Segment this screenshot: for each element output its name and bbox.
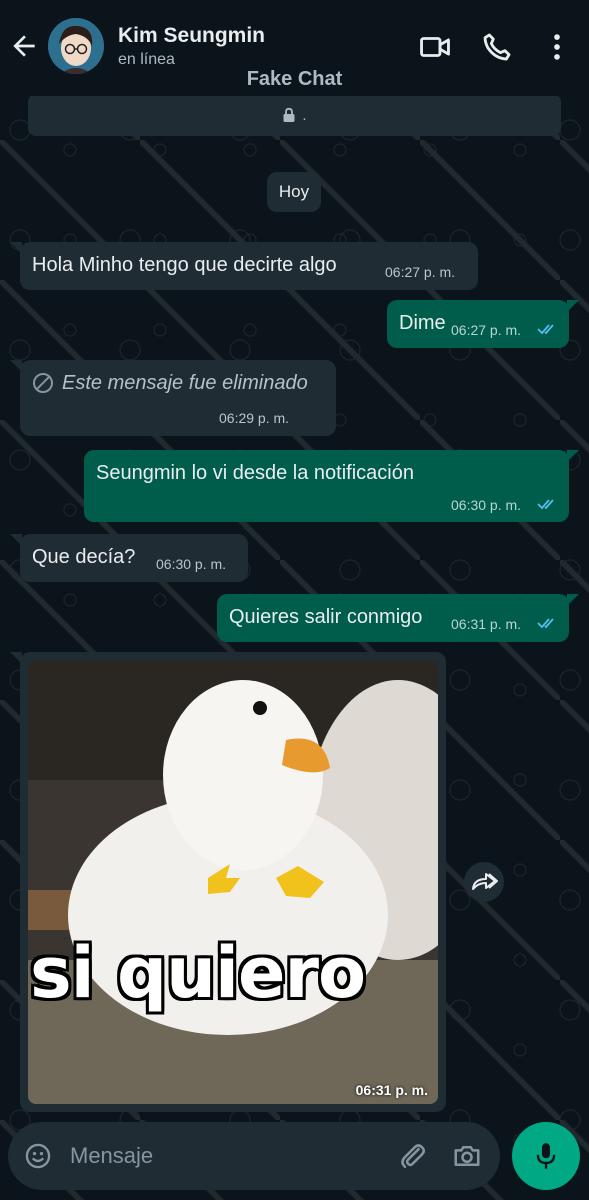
deleted-message-text: Este mensaje fue eliminado	[62, 372, 308, 394]
message-time: 06:30 p. m.	[156, 556, 227, 572]
message-time: 06:29 p. m.	[219, 410, 290, 426]
more-vert-icon[interactable]	[540, 30, 574, 64]
double-check-icon	[537, 324, 554, 335]
message-text: Que decía?	[32, 546, 136, 568]
video-call-icon[interactable]	[418, 30, 452, 64]
mic-button[interactable]	[512, 1122, 580, 1190]
encryption-notice[interactable]: .	[28, 94, 561, 136]
phone-icon[interactable]	[480, 30, 514, 64]
message-time: 06:31 p. m.	[451, 616, 522, 632]
message-composer[interactable]: Mensaje	[8, 1122, 500, 1190]
forward-icon	[472, 873, 498, 890]
message-time: 06:27 p. m.	[451, 322, 522, 338]
back-arrow-icon[interactable]	[8, 30, 40, 62]
message-bubble-outgoing[interactable]: Seungmin lo vi desde la notificación 06:…	[84, 450, 579, 522]
forward-button[interactable]	[464, 862, 504, 902]
lock-icon	[283, 107, 295, 122]
message-bubble-incoming[interactable]: Que decía? 06:30 p. m.	[10, 534, 248, 582]
contact-name[interactable]: Kim Seungmin	[118, 24, 265, 48]
avatar[interactable]	[48, 18, 104, 74]
message-bubble-incoming-deleted[interactable]: Este mensaje fue eliminado 06:29 p. m.	[10, 360, 336, 436]
mic-icon	[536, 1143, 556, 1169]
camera-icon[interactable]	[452, 1141, 482, 1171]
message-time: 06:31 p. m.	[355, 1082, 428, 1098]
message-time: 06:30 p. m.	[451, 497, 522, 513]
double-check-icon	[537, 499, 554, 510]
image-caption-text: si quiero	[30, 932, 366, 1014]
message-time: 06:27 p. m.	[385, 264, 456, 280]
message-bubble-outgoing[interactable]: Dime 06:27 p. m.	[387, 300, 579, 348]
message-text: Hola Minho tengo que decirte algo	[32, 254, 337, 276]
message-input[interactable]: Mensaje	[70, 1143, 153, 1169]
attach-icon[interactable]	[398, 1141, 428, 1171]
message-text: Dime	[399, 312, 446, 334]
sticker-image[interactable]: si quiero 06:31 p. m.	[28, 660, 438, 1104]
encryption-text: .	[302, 106, 307, 124]
emoji-icon[interactable]	[24, 1142, 52, 1170]
date-divider: Hoy	[267, 172, 321, 212]
contact-status: en línea	[118, 51, 175, 68]
message-bubble-outgoing[interactable]: Quieres salir conmigo 06:31 p. m.	[217, 594, 579, 642]
image-message-bubble[interactable]: si quiero 06:31 p. m.	[10, 652, 446, 1112]
double-check-icon	[537, 618, 554, 629]
message-text: Quieres salir conmigo	[229, 606, 423, 628]
message-bubble-incoming[interactable]: Hola Minho tengo que decirte algo 06:27 …	[10, 242, 478, 290]
chat-banner-title: Fake Chat	[246, 68, 343, 90]
message-text: Seungmin lo vi desde la notificación	[96, 462, 414, 484]
blocked-icon	[33, 373, 53, 393]
